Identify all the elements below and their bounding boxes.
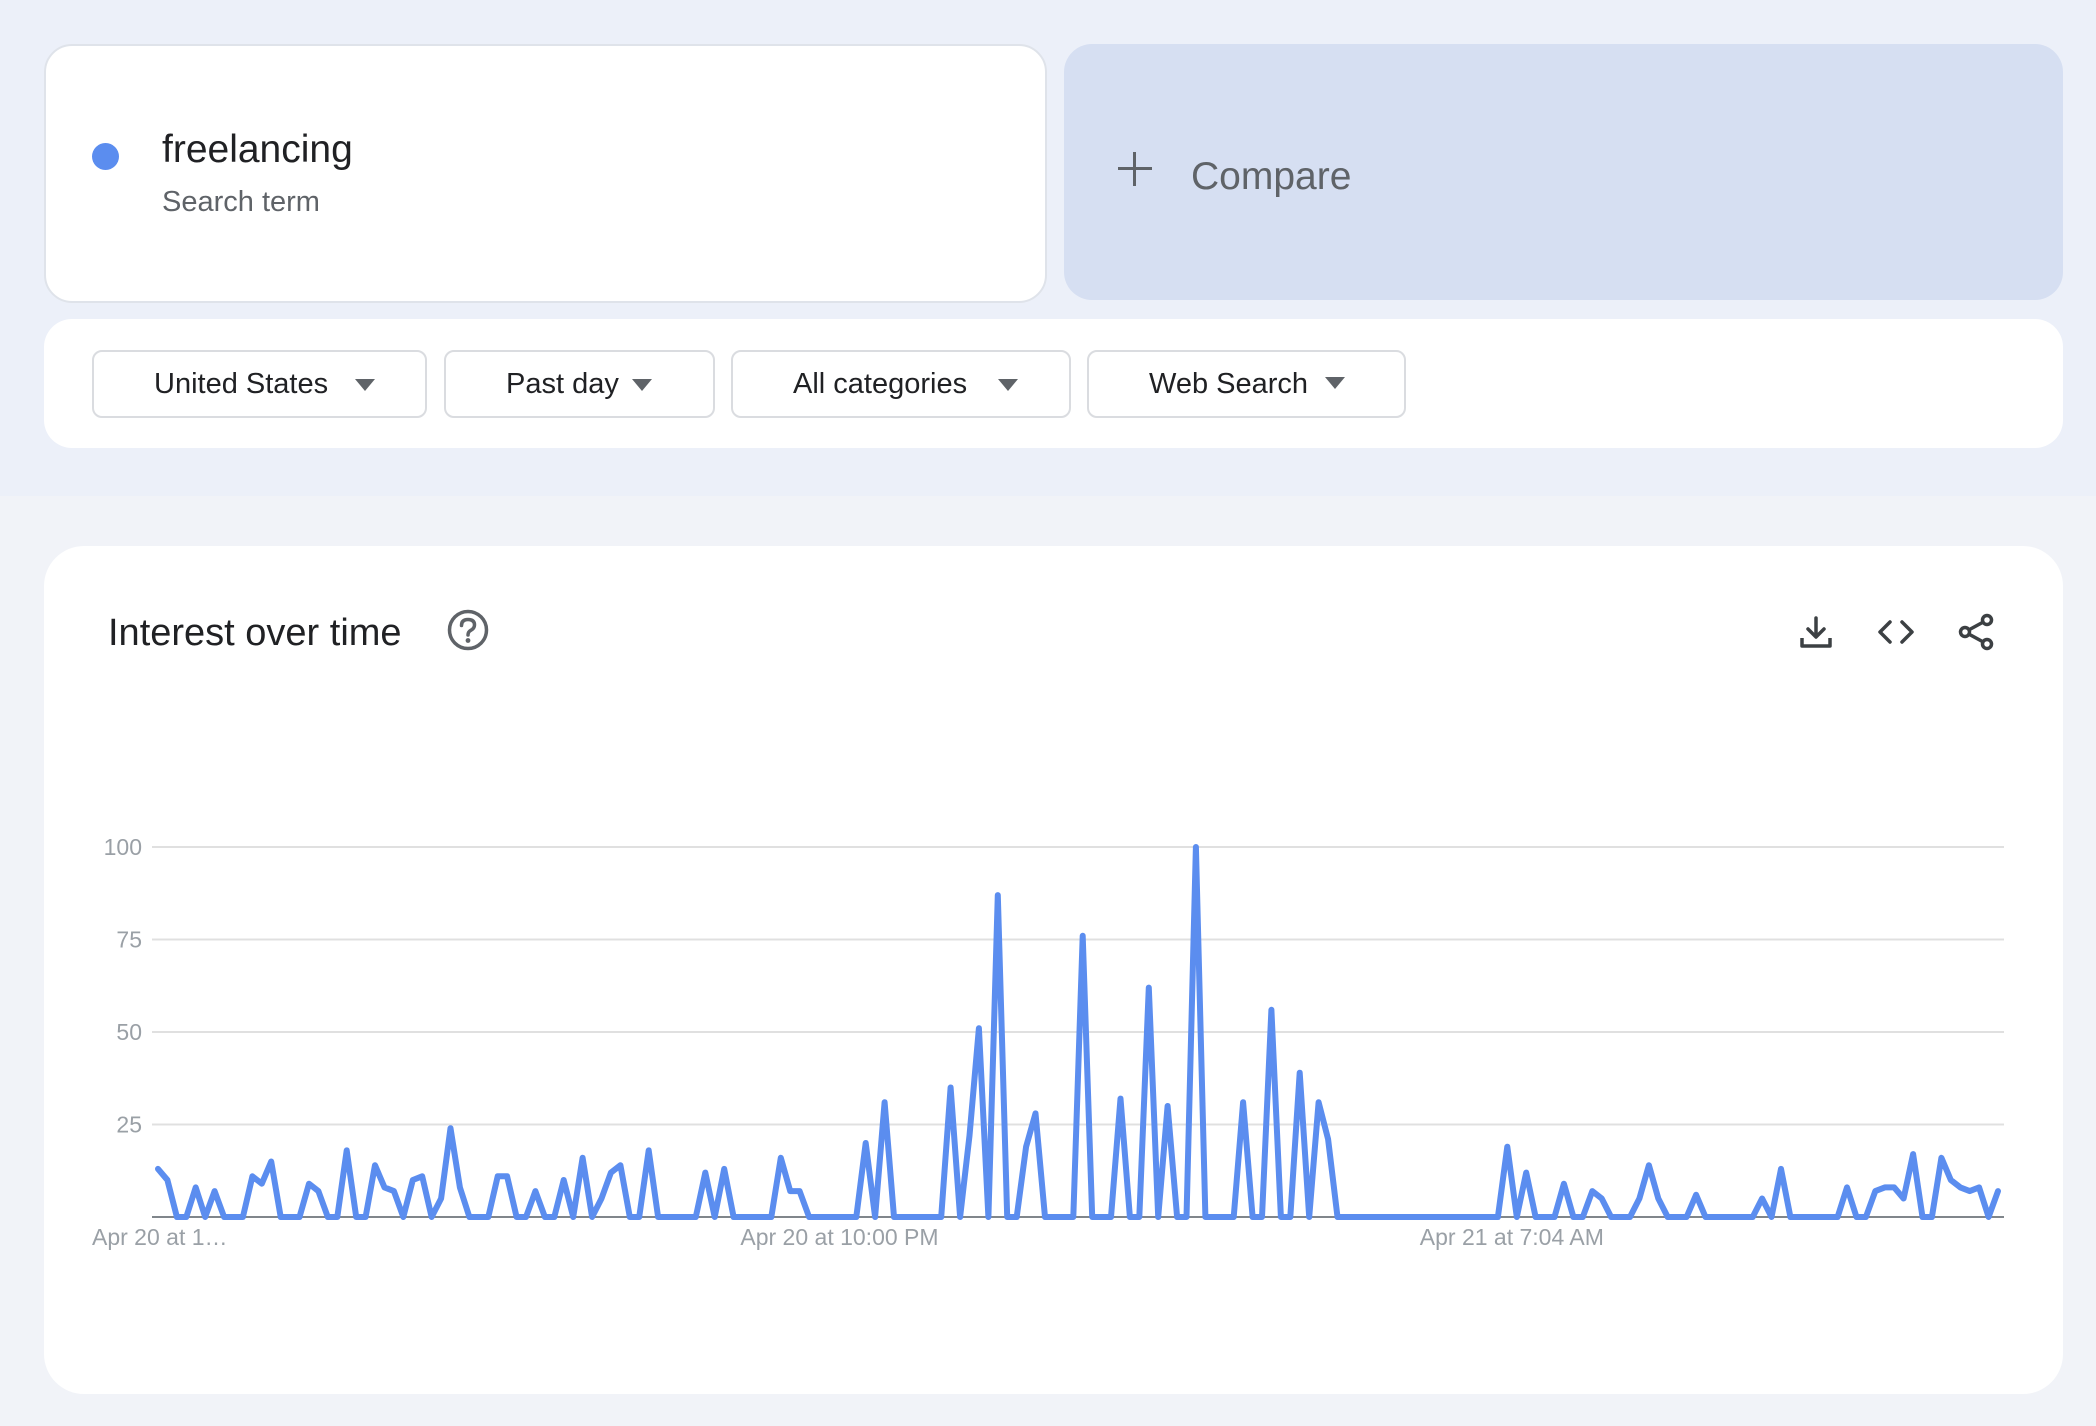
y-tick-label: 50 bbox=[116, 1019, 142, 1045]
x-tick-label: Apr 21 at 7:04 AM bbox=[1420, 1224, 1604, 1250]
y-tick-label: 75 bbox=[116, 927, 142, 953]
interest-line-chart: 25 50 75 100 Apr 20 at 1… Apr 20 at 10:00 PM A… bbox=[92, 834, 2004, 1250]
y-tick-label: 25 bbox=[116, 1112, 142, 1138]
x-tick-label: Apr 20 at 10:00 PM bbox=[740, 1224, 938, 1250]
y-tick-label: 100 bbox=[104, 834, 142, 860]
x-tick-label: Apr 20 at 1… bbox=[92, 1224, 228, 1250]
